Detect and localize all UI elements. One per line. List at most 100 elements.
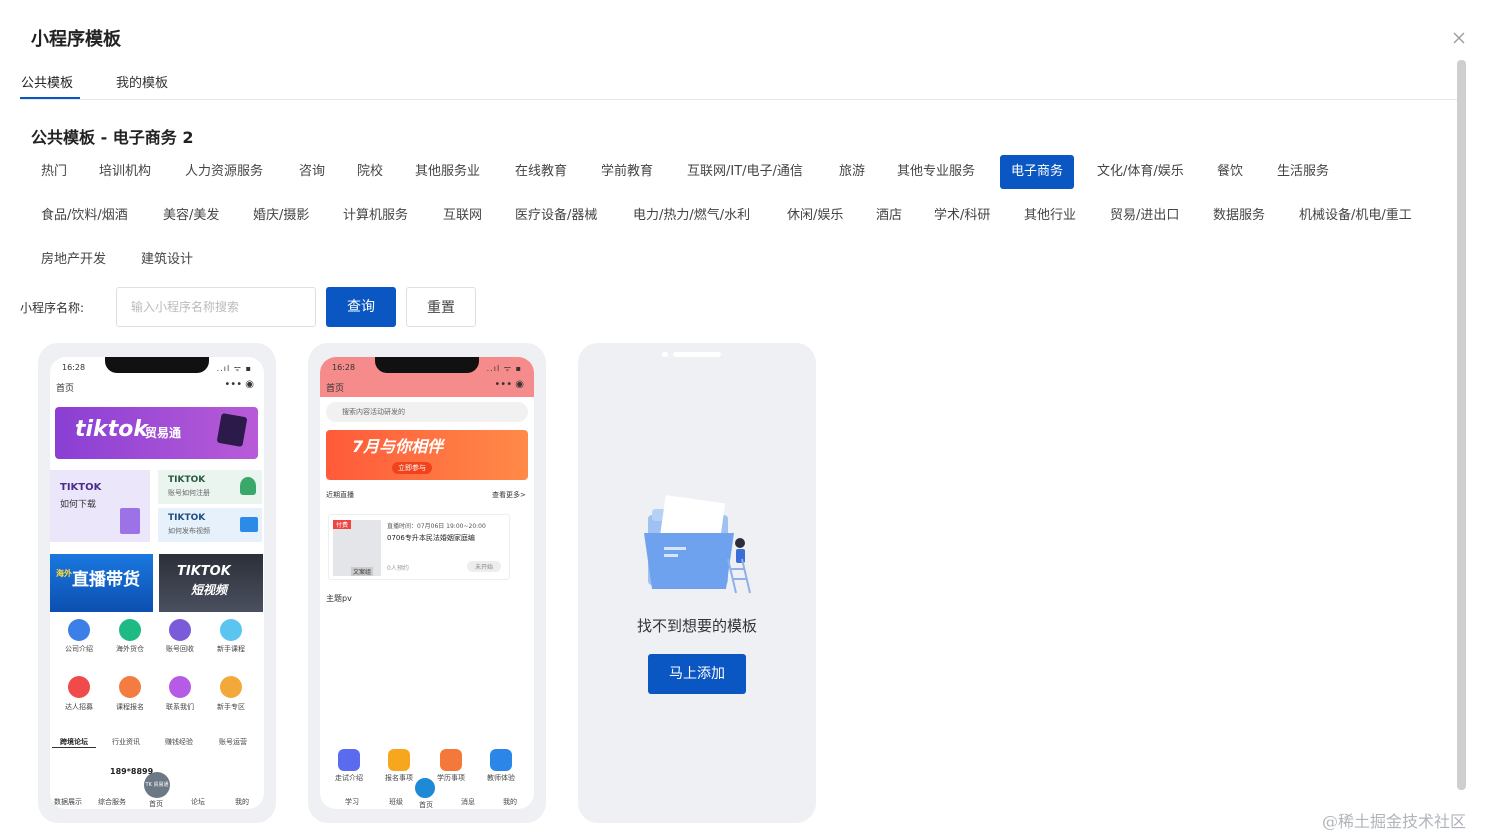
template-card-2[interactable]: 16:28 ..ıl ᯤ ▪ 首页 ••• ◉ 搜索内容活动研发的 7月与你相伴…	[308, 343, 546, 823]
category-item[interactable]: 餐饮	[1206, 155, 1254, 189]
icon-label: 账号回收	[166, 645, 194, 653]
promo-tag: 海外	[56, 569, 72, 578]
category-item[interactable]: 学前教育	[590, 155, 664, 189]
category-item[interactable]: 文化/体育/娱乐	[1086, 155, 1195, 189]
category-item[interactable]: 房地产开发	[30, 243, 117, 277]
mini-bottom-nav-item: 论坛	[191, 798, 205, 806]
banner-image: 7月与你相伴 立即参与	[326, 430, 528, 480]
status-time: 16:28	[62, 363, 86, 372]
category-row: 热门 培训机构 人力资源服务 咨询 院校 其他服务业 在线教育 学前教育 互联网…	[28, 154, 1448, 198]
category-item-active[interactable]: 电子商务	[1000, 155, 1075, 189]
category-item[interactable]: 建筑设计	[130, 243, 204, 277]
scrollbar[interactable]	[1457, 60, 1466, 790]
grid-card-subtitle: 如何发布视频	[168, 527, 210, 535]
query-button[interactable]: 查询	[326, 287, 396, 327]
center-logo-icon: TK 贸易通	[144, 772, 170, 798]
phone-notch	[375, 357, 479, 373]
category-row: 房地产开发 建筑设计	[28, 242, 1448, 286]
dialog-title: 小程序模板	[31, 29, 121, 50]
mini-navbar: 首页 ••• ◉	[50, 377, 264, 397]
category-item[interactable]: 婚庆/摄影	[242, 199, 320, 233]
category-item[interactable]: 数据服务	[1202, 199, 1276, 233]
category-item[interactable]: 在线教育	[504, 155, 578, 189]
category-item[interactable]: 食品/饮料/烟酒	[30, 199, 139, 233]
grid-card-register: TIKTOK 账号如何注册	[158, 470, 262, 504]
tab-my-templates[interactable]: 我的模板	[116, 72, 168, 91]
add-now-button[interactable]: 马上添加	[648, 654, 746, 694]
empty-folder-icon	[644, 495, 751, 594]
location-icon	[440, 749, 462, 771]
live-time: 直播时间：07月06日 19:00~20:00	[387, 523, 486, 530]
grid-card-subtitle: 账号如何注册	[168, 489, 210, 497]
grid-card-publish: TIKTOK 如何发布视频	[158, 508, 262, 542]
thumb-label: 文案组	[351, 567, 374, 576]
graduation-icon	[388, 749, 410, 771]
banner-button: 立即参与	[392, 462, 432, 474]
mini-bottom-nav-item: 我的	[235, 798, 249, 806]
template-card-1[interactable]: 16:28 ..ıl ᯤ ▪ 首页 ••• ◉ tiktok 贸易通 TIKTO…	[38, 343, 276, 823]
section-title: 公共模板 - 电子商务 2	[31, 128, 194, 147]
category-item[interactable]: 美容/美发	[152, 199, 230, 233]
active-tab-indicator	[20, 97, 80, 99]
tab-bar: 公共模板 我的模板	[20, 70, 1458, 100]
category-item[interactable]: 生活服务	[1266, 155, 1340, 189]
mini-bottom-nav-item: 综合服务	[98, 798, 126, 806]
intro-icon	[338, 749, 360, 771]
category-item[interactable]: 电力/热力/燃气/水利	[622, 199, 761, 233]
phone-preview: 16:28 ..ıl ᯤ ▪ 首页 ••• ◉ 搜索内容活动研发的 7月与你相伴…	[320, 357, 534, 809]
signal-icon: ..ıl ᯤ ▪	[486, 364, 522, 373]
category-item[interactable]: 热门	[30, 155, 78, 189]
category-item[interactable]: 学术/科研	[923, 199, 1001, 233]
capsule-menu-icon: ••• ◉	[224, 379, 254, 390]
reset-button[interactable]: 重置	[406, 287, 476, 327]
category-item[interactable]: 其他专业服务	[886, 155, 986, 189]
phone-preview: 16:28 ..ıl ᯤ ▪ 首页 ••• ◉ tiktok 贸易通 TIKTO…	[50, 357, 264, 809]
category-item[interactable]: 旅游	[828, 155, 876, 189]
category-item[interactable]: 机械设备/机电/重工	[1288, 199, 1423, 233]
live-more-link: 查看更多>	[492, 491, 526, 499]
category-item[interactable]: 人力资源服务	[174, 155, 274, 189]
banner-title: 7月与你相伴	[352, 437, 444, 456]
icon-label: 课程报名	[116, 703, 144, 711]
category-item[interactable]: 休闲/娱乐	[776, 199, 854, 233]
category-item[interactable]: 咨询	[288, 155, 336, 189]
speaker-dot	[662, 352, 668, 357]
contact-icon	[169, 676, 191, 698]
icon-label: 公司介绍	[65, 645, 93, 653]
category-item[interactable]: 互联网/IT/电子/通信	[676, 155, 814, 189]
user-add-icon	[240, 477, 256, 495]
mini-tab: 行业资讯	[112, 738, 140, 746]
close-icon[interactable]	[1451, 30, 1467, 46]
banner-image: tiktok 贸易通	[55, 407, 258, 459]
category-item[interactable]: 计算机服务	[332, 199, 419, 233]
category-item[interactable]: 互联网	[432, 199, 493, 233]
phone-number: 189*8899	[110, 767, 154, 776]
signup-icon	[119, 676, 141, 698]
icon-label: 新手课程	[217, 645, 245, 653]
mini-bottom-nav-item: 学习	[345, 798, 359, 806]
promo-subtitle: 短视频	[191, 583, 228, 597]
tab-public-templates[interactable]: 公共模板	[21, 72, 73, 91]
search-input[interactable]	[116, 287, 316, 327]
flag-icon	[120, 508, 140, 534]
grid-card-subtitle: 如何下载	[60, 500, 97, 510]
live-count: 0人预约	[387, 565, 409, 572]
capsule-menu-icon: ••• ◉	[494, 379, 524, 390]
category-item[interactable]: 其他服务业	[404, 155, 491, 189]
phone-illustration-icon	[216, 412, 248, 448]
teacher-icon	[490, 749, 512, 771]
mini-bottom-nav-item: 消息	[461, 798, 475, 806]
live-section-title: 近期直播	[326, 491, 354, 499]
category-item[interactable]: 医疗设备/器械	[504, 199, 608, 233]
category-item[interactable]: 酒店	[865, 199, 913, 233]
add-template-card: 找不到想要的模板 马上添加	[578, 343, 816, 823]
category-item[interactable]: 院校	[346, 155, 394, 189]
video-icon	[240, 517, 258, 532]
icon-label: 教师体验	[487, 774, 515, 782]
category-filter: 热门 培训机构 人力资源服务 咨询 院校 其他服务业 在线教育 学前教育 互联网…	[28, 154, 1448, 286]
category-item[interactable]: 贸易/进出口	[1099, 199, 1190, 233]
promo-title: 直播带货	[72, 570, 140, 590]
category-item[interactable]: 其他行业	[1013, 199, 1087, 233]
theme-title: 主题pv	[326, 594, 352, 603]
category-item[interactable]: 培训机构	[88, 155, 162, 189]
